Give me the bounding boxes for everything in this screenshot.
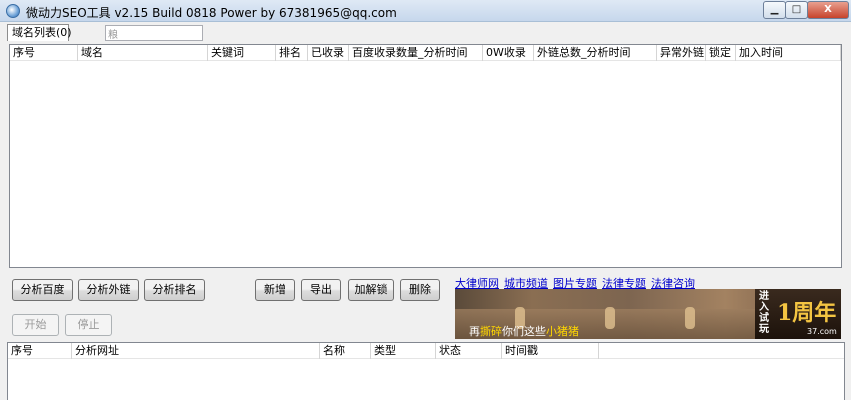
col-domain[interactable]: 域名	[78, 45, 208, 61]
col-indexed[interactable]: 已收录	[308, 45, 349, 61]
ad-logo-sub: 37.com	[807, 327, 837, 336]
ad-links: 大律师网 城市频道 图片专题 法律专题 法律咨询	[455, 275, 840, 290]
col-locked[interactable]: 锁定	[706, 45, 736, 61]
lock-unlock-button[interactable]: 加解锁	[348, 279, 394, 301]
url-table-header: 序号 分析网址 名称 类型 状态 时间戳	[8, 343, 844, 359]
col-rank[interactable]: 排名	[276, 45, 308, 61]
col-baidu-count[interactable]: 百度收录数量_分析时间	[349, 45, 483, 61]
col-url-index[interactable]: 序号	[8, 343, 72, 359]
analyze-ranking-button[interactable]: 分析排名	[144, 279, 205, 301]
col-name[interactable]: 名称	[320, 343, 371, 359]
ad-character	[685, 307, 695, 329]
col-type[interactable]: 类型	[371, 343, 436, 359]
stop-button[interactable]: 停止	[65, 314, 112, 336]
minimize-button[interactable]: ▁	[763, 1, 786, 19]
ad-logo-side: 进入试玩	[759, 291, 769, 335]
col-timestamp[interactable]: 时间戳	[502, 343, 599, 359]
title-bar: 微动力SEO工具 v2.15 Build 0818 Power by 67381…	[0, 0, 851, 22]
tab-domain-list[interactable]: 域名列表(0)	[7, 24, 72, 41]
domain-table-header: 序号 域名 关键词 排名 已收录 百度收录数量_分析时间 0W收录 外链总数_分…	[10, 45, 841, 61]
export-button[interactable]: 导出	[301, 279, 341, 301]
analyze-baidu-button[interactable]: 分析百度	[12, 279, 73, 301]
app-icon	[6, 4, 20, 18]
col-bad-links[interactable]: 异常外链	[657, 45, 706, 61]
col-status[interactable]: 状态	[436, 343, 502, 359]
ad-logo-main: 1周年	[777, 300, 837, 326]
maximize-button[interactable]: □	[785, 1, 808, 19]
col-backlinks[interactable]: 外链总数_分析时间	[534, 45, 657, 61]
window-title: 微动力SEO工具 v2.15 Build 0818 Power by 67381…	[26, 6, 397, 20]
add-button[interactable]: 新增	[255, 279, 295, 301]
ad-character	[605, 307, 615, 329]
col-index[interactable]: 序号	[10, 45, 78, 61]
ad-banner[interactable]: 再撕碎你们这些小猪猪 进入试玩 1周年 37.com	[455, 289, 841, 339]
col-url[interactable]: 分析网址	[72, 343, 320, 359]
close-button[interactable]: X	[807, 1, 849, 19]
ad-caption: 再撕碎你们这些小猪猪	[469, 325, 579, 338]
domain-table[interactable]: 序号 域名 关键词 排名 已收录 百度收录数量_分析时间 0W收录 外链总数_分…	[9, 44, 842, 268]
start-button[interactable]: 开始	[12, 314, 59, 336]
col-0w-indexed[interactable]: 0W收录	[483, 45, 534, 61]
analyze-backlinks-button[interactable]: 分析外链	[78, 279, 139, 301]
search-input[interactable]	[105, 25, 203, 41]
ad-logo: 进入试玩 1周年 37.com	[755, 289, 841, 339]
url-table[interactable]: 序号 分析网址 名称 类型 状态 时间戳	[7, 342, 845, 400]
delete-button[interactable]: 删除	[400, 279, 440, 301]
col-keyword[interactable]: 关键词	[208, 45, 276, 61]
col-added-time[interactable]: 加入时间	[736, 45, 841, 61]
